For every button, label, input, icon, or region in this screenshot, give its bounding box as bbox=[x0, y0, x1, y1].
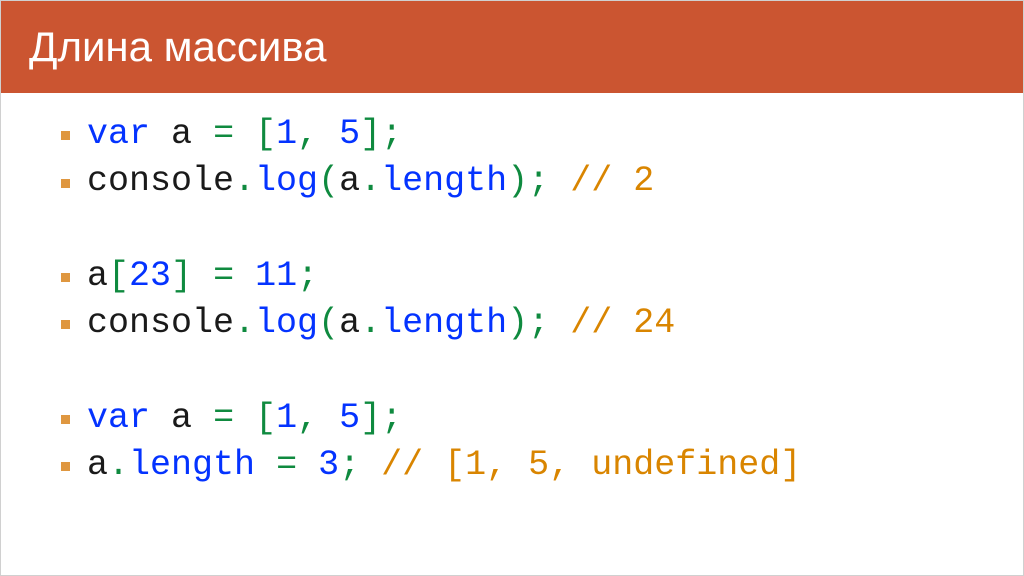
code-token: ] bbox=[171, 256, 192, 296]
code-token: a bbox=[171, 114, 192, 154]
code-token: . bbox=[108, 445, 129, 485]
code-token: 3 bbox=[318, 445, 339, 485]
code-token: length bbox=[381, 303, 507, 343]
code-token: ; bbox=[528, 161, 549, 201]
code-token: a bbox=[339, 303, 360, 343]
code-token: , bbox=[297, 398, 318, 438]
code-line: console.log(a.length); // 2 bbox=[61, 158, 963, 205]
code-token: // 24 bbox=[570, 303, 675, 343]
code-token: a bbox=[339, 161, 360, 201]
code-token: // 2 bbox=[570, 161, 654, 201]
code-token: ; bbox=[381, 398, 402, 438]
code-token: 1 bbox=[276, 114, 297, 154]
code-token: . bbox=[360, 161, 381, 201]
code-token bbox=[192, 398, 213, 438]
code-token bbox=[234, 398, 255, 438]
code-token: ( bbox=[318, 161, 339, 201]
code-token: log bbox=[255, 303, 318, 343]
code-token bbox=[255, 445, 276, 485]
code-token: 11 bbox=[255, 256, 297, 296]
code-token bbox=[549, 161, 570, 201]
code-token: a bbox=[87, 445, 108, 485]
code-token: ] bbox=[360, 114, 381, 154]
code-list: var a = [1, 5];console.log(a.length); //… bbox=[61, 111, 963, 489]
code-token: a bbox=[87, 256, 108, 296]
code-token bbox=[192, 114, 213, 154]
code-token: [ bbox=[255, 398, 276, 438]
code-token bbox=[318, 398, 339, 438]
code-token: ; bbox=[339, 445, 360, 485]
code-token: // [1, 5, undefined] bbox=[381, 445, 801, 485]
code-token: var bbox=[87, 114, 150, 154]
code-token: a bbox=[171, 398, 192, 438]
code-line: a.length = 3; // [1, 5, undefined] bbox=[61, 442, 963, 489]
code-token: var bbox=[87, 398, 150, 438]
slide-content: var a = [1, 5];console.log(a.length); //… bbox=[1, 93, 1023, 489]
code-token: 5 bbox=[339, 398, 360, 438]
code-token bbox=[234, 114, 255, 154]
code-token: ] bbox=[360, 398, 381, 438]
code-token: 23 bbox=[129, 256, 171, 296]
code-token bbox=[192, 256, 213, 296]
code-token bbox=[318, 114, 339, 154]
code-line: console.log(a.length); // 24 bbox=[61, 300, 963, 347]
code-token bbox=[297, 445, 318, 485]
code-token: = bbox=[213, 398, 234, 438]
code-token: = bbox=[276, 445, 297, 485]
code-token: ; bbox=[297, 256, 318, 296]
code-token: . bbox=[234, 303, 255, 343]
code-token: length bbox=[381, 161, 507, 201]
code-line bbox=[61, 206, 963, 253]
code-token: ; bbox=[381, 114, 402, 154]
code-token: . bbox=[360, 303, 381, 343]
code-token: , bbox=[297, 114, 318, 154]
code-token: . bbox=[234, 161, 255, 201]
code-line: var a = [1, 5]; bbox=[61, 111, 963, 158]
code-line: var a = [1, 5]; bbox=[61, 395, 963, 442]
code-line bbox=[61, 347, 963, 394]
code-token: [ bbox=[255, 114, 276, 154]
code-token: 1 bbox=[276, 398, 297, 438]
code-token: log bbox=[255, 161, 318, 201]
code-token: ; bbox=[528, 303, 549, 343]
slide-title: Длина массива bbox=[1, 1, 1023, 93]
slide: Длина массива var a = [1, 5];console.log… bbox=[0, 0, 1024, 576]
code-token bbox=[360, 445, 381, 485]
code-token: = bbox=[213, 256, 234, 296]
code-token: [ bbox=[108, 256, 129, 296]
code-token: length bbox=[129, 445, 255, 485]
code-token: console bbox=[87, 303, 234, 343]
code-token: ( bbox=[318, 303, 339, 343]
code-line: a[23] = 11; bbox=[61, 253, 963, 300]
code-token: = bbox=[213, 114, 234, 154]
code-token: console bbox=[87, 161, 234, 201]
code-token: ) bbox=[507, 161, 528, 201]
code-token bbox=[234, 256, 255, 296]
code-token: 5 bbox=[339, 114, 360, 154]
code-token bbox=[150, 398, 171, 438]
code-token bbox=[549, 303, 570, 343]
code-token bbox=[150, 114, 171, 154]
code-token: ) bbox=[507, 303, 528, 343]
